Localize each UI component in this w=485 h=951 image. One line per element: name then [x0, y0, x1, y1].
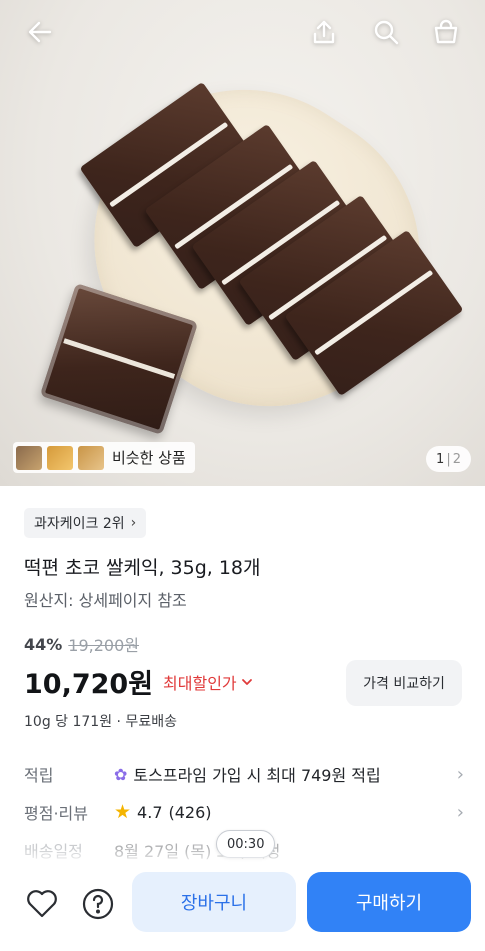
help-button[interactable]	[78, 884, 118, 924]
shopping-bag-icon	[434, 19, 458, 44]
heart-icon	[27, 890, 57, 918]
review-label: 평점·리뷰	[24, 804, 88, 823]
share-button[interactable]	[306, 14, 342, 50]
image-pager: 1 | 2	[426, 446, 471, 472]
similar-thumbnail	[47, 445, 73, 470]
similar-thumbnail	[78, 445, 104, 470]
buy-now-button[interactable]: 구매하기	[307, 872, 471, 932]
chevron-right-icon: ›	[130, 515, 137, 531]
star-icon: ★	[114, 801, 132, 823]
bottom-action-bar: 장바구니 구매하기	[0, 862, 485, 951]
points-value: 토스프라임 가입 시 최대 749원 적립	[133, 766, 381, 785]
rank-label: 과자케이크 2위	[34, 516, 125, 532]
discount-rate: 44%	[24, 634, 63, 654]
price-compare-button[interactable]: 가격 비교하기	[346, 660, 462, 706]
similar-thumbnail	[16, 445, 42, 470]
product-origin: 원산지: 상세페이지 참조	[24, 591, 187, 610]
product-image[interactable]: 비슷한 상품 1 | 2	[0, 0, 485, 486]
search-button[interactable]	[368, 14, 404, 50]
cart-button[interactable]	[428, 14, 464, 50]
pager-current: 1	[436, 451, 445, 467]
wishlist-button[interactable]	[22, 884, 62, 924]
similar-products-label: 비슷한 상품	[112, 449, 186, 467]
category-rank-chip[interactable]: 과자케이크 2위 ›	[24, 508, 147, 538]
share-icon	[313, 20, 335, 44]
question-icon	[82, 888, 114, 920]
price-row: 10,720원 최대할인가	[24, 662, 253, 701]
discount-row: 44% 19,200원	[24, 632, 139, 656]
points-label: 적립	[24, 766, 54, 785]
unit-price-shipping: 10g 당 171원 · 무료배송	[24, 714, 177, 730]
search-icon	[374, 20, 399, 45]
back-button[interactable]	[22, 14, 58, 50]
top-bar	[0, 0, 485, 66]
chevron-right-icon: ›	[456, 763, 464, 785]
similar-products-button[interactable]: 비슷한 상품	[13, 442, 195, 473]
review-count: (426)	[168, 802, 212, 822]
add-to-cart-button[interactable]: 장바구니	[132, 872, 296, 932]
chevron-down-icon	[241, 678, 252, 685]
review-row[interactable]: 평점·리뷰 ★ 4.7 (426) ›	[24, 798, 464, 826]
arrow-left-icon	[28, 21, 52, 43]
product-title: 떡편 초코 쌀케익, 35g, 18개	[24, 557, 261, 579]
points-row[interactable]: 적립 ✿ 토스프라임 가입 시 최대 749원 적립 ›	[24, 760, 464, 788]
pager-separator: |	[446, 451, 451, 467]
chevron-right-icon: ›	[456, 801, 464, 823]
brain-icon: ✿	[114, 764, 128, 784]
sale-price: 10,720원	[24, 669, 154, 700]
original-price: 19,200원	[68, 636, 140, 655]
max-discount-label: 최대할인가	[163, 673, 237, 693]
pager-total: 2	[452, 451, 461, 467]
max-discount-toggle[interactable]: 최대할인가	[163, 670, 253, 694]
rating-value: 4.7	[137, 802, 163, 822]
